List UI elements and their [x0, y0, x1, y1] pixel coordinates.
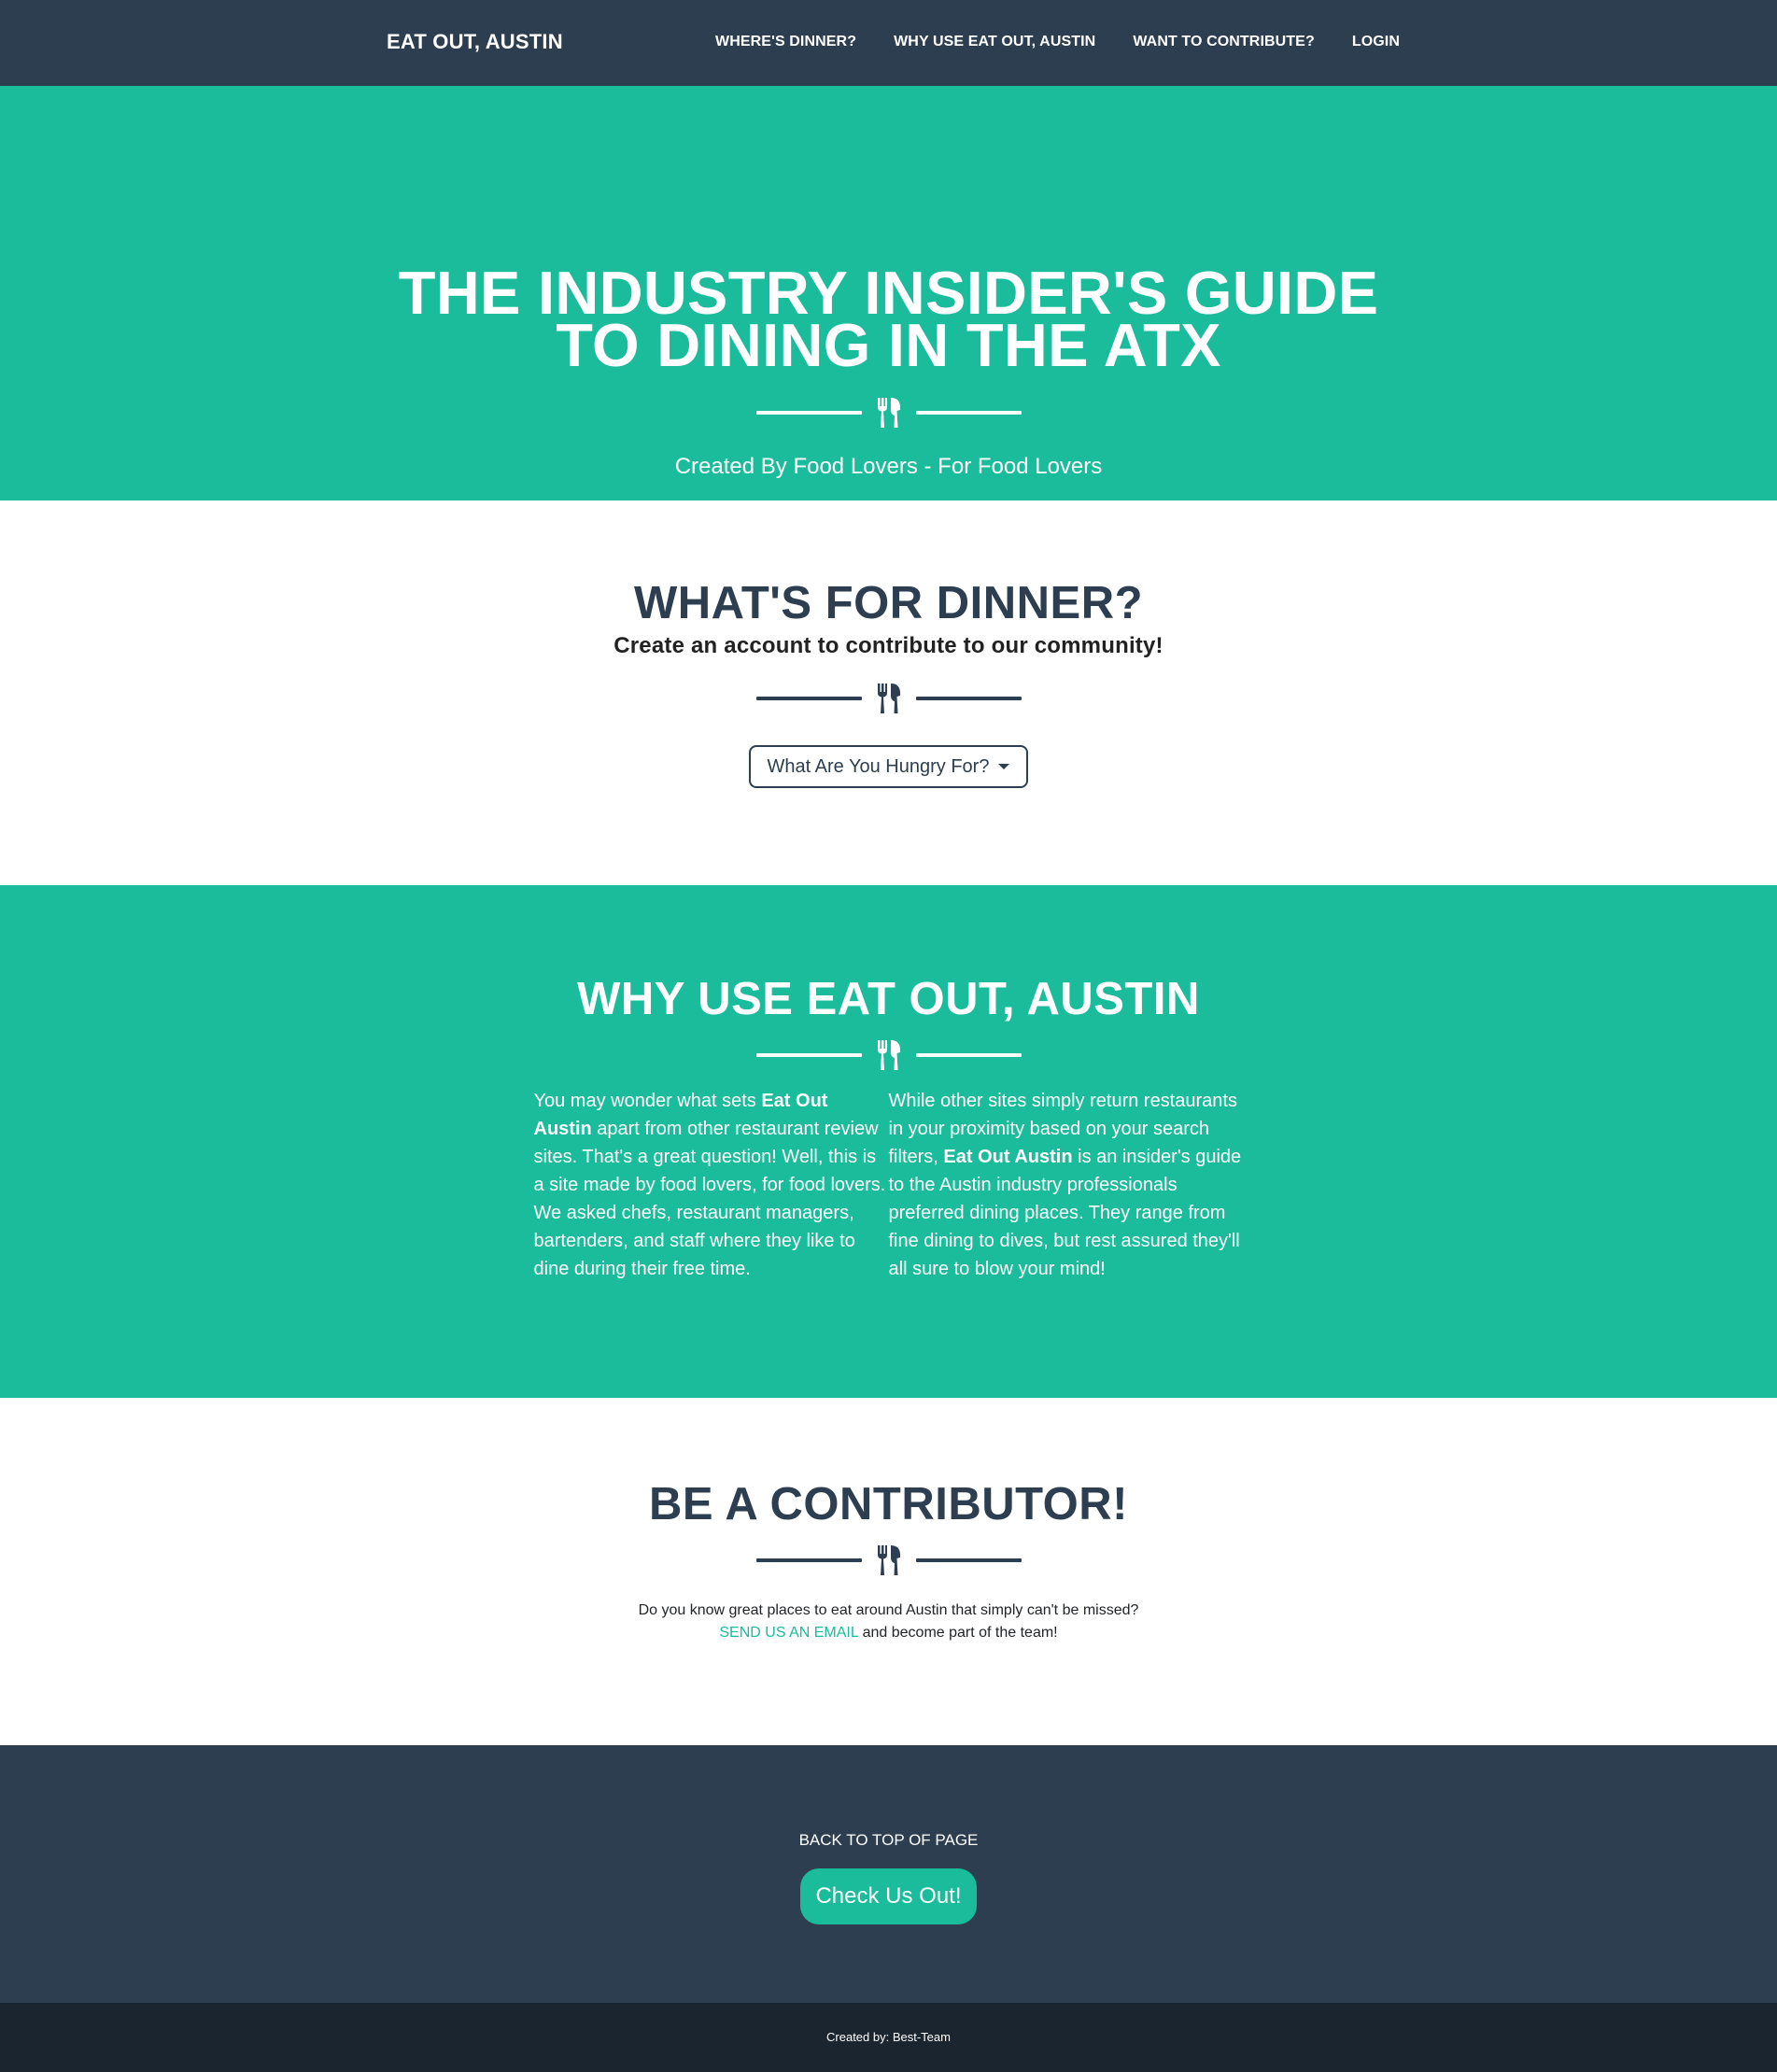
back-to-top-link[interactable]: BACK TO TOP OF PAGE: [799, 1745, 979, 1850]
about-columns: You may wonder what sets Eat Out Austin …: [0, 1087, 1777, 1283]
utensils-icon: [862, 1039, 916, 1071]
divider-line-right: [915, 411, 1022, 415]
contribute-heading: BE A CONTRIBUTOR!: [649, 1479, 1128, 1529]
about-col1-text-1: You may wonder what sets: [533, 1091, 762, 1111]
masthead: THE INDUSTRY INSIDER'S GUIDE TO DINING I…: [0, 86, 1777, 500]
about-divider: [0, 1036, 1777, 1074]
navbar: EAT OUT, AUSTIN WHERE'S DINNER? WHY USE …: [0, 0, 1777, 86]
nav-link-login[interactable]: LOGIN: [1333, 34, 1418, 50]
divider-line-right: [915, 697, 1022, 700]
contribute-line-2: SEND US AN EMAIL and become part of the …: [0, 1622, 1777, 1644]
about-column-right: While other sites simply return restaura…: [889, 1087, 1244, 1283]
utensils-icon: [862, 683, 916, 714]
caret-down-icon: [998, 764, 1010, 769]
nav-link-wheres-dinner[interactable]: WHERE'S DINNER?: [697, 34, 875, 50]
hungry-for-dropdown[interactable]: What Are You Hungry For?: [748, 745, 1029, 788]
dinner-heading: WHAT'S FOR DINNER?: [633, 578, 1144, 628]
utensils-icon: [862, 1544, 916, 1576]
send-email-link[interactable]: SEND US AN EMAIL: [719, 1625, 858, 1641]
brand-link[interactable]: EAT OUT, AUSTIN: [387, 0, 563, 84]
divider-line-left: [755, 411, 862, 415]
dinner-tagline: Create an account to contribute to our c…: [613, 633, 1164, 658]
about-column-left: You may wonder what sets Eat Out Austin …: [534, 1087, 889, 1283]
divider-line-left: [755, 697, 862, 700]
divider-line-right: [915, 1053, 1022, 1057]
masthead-title: THE INDUSTRY INSIDER'S GUIDE TO DINING I…: [0, 86, 1777, 379]
masthead-title-line-2: TO DINING IN THE ATX: [556, 311, 1221, 379]
contribute-line-1: Do you know great places to eat around A…: [638, 1602, 1139, 1618]
contribute-text: Do you know great places to eat around A…: [0, 1600, 1777, 1644]
footer: BACK TO TOP OF PAGE Check Us Out!: [0, 1745, 1777, 2003]
nav-link-why-use[interactable]: WHY USE EAT OUT, AUSTIN: [875, 34, 1114, 50]
dinner-section: WHAT'S FOR DINNER? Create an account to …: [0, 500, 1777, 885]
cta-wrap: Check Us Out!: [0, 1868, 1777, 1924]
divider-line-left: [755, 1053, 862, 1057]
contribute-divider: [0, 1542, 1777, 1579]
about-section: WHY USE EAT OUT, AUSTIN You may wonder w…: [0, 885, 1777, 1398]
divider-line-left: [755, 1558, 862, 1562]
check-us-out-button[interactable]: Check Us Out!: [800, 1868, 977, 1924]
about-col2-brand: Eat Out Austin: [943, 1147, 1073, 1167]
masthead-subtitle: Created By Food Lovers - For Food Lovers: [674, 454, 1103, 479]
utensils-icon: [862, 397, 916, 429]
copyright-text: Created by: Best-Team: [826, 2030, 951, 2044]
divider-line-right: [915, 1558, 1022, 1562]
about-heading: WHY USE EAT OUT, AUSTIN: [577, 974, 1200, 1024]
masthead-divider: [0, 394, 1777, 431]
contribute-section: BE A CONTRIBUTOR! Do you know great plac…: [0, 1398, 1777, 1745]
contribute-line-2-rest: and become part of the team!: [858, 1625, 1058, 1641]
dropdown-label: What Are You Hungry For?: [767, 755, 990, 777]
copyright-bar: Created by: Best-Team: [0, 2003, 1777, 2072]
nav-links: WHERE'S DINNER? WHY USE EAT OUT, AUSTIN …: [697, 0, 1418, 84]
nav-link-contribute[interactable]: WANT TO CONTRIBUTE?: [1114, 34, 1333, 50]
dinner-divider: [0, 680, 1777, 717]
about-col1-text-2: apart from other restaurant review sites…: [533, 1119, 886, 1279]
